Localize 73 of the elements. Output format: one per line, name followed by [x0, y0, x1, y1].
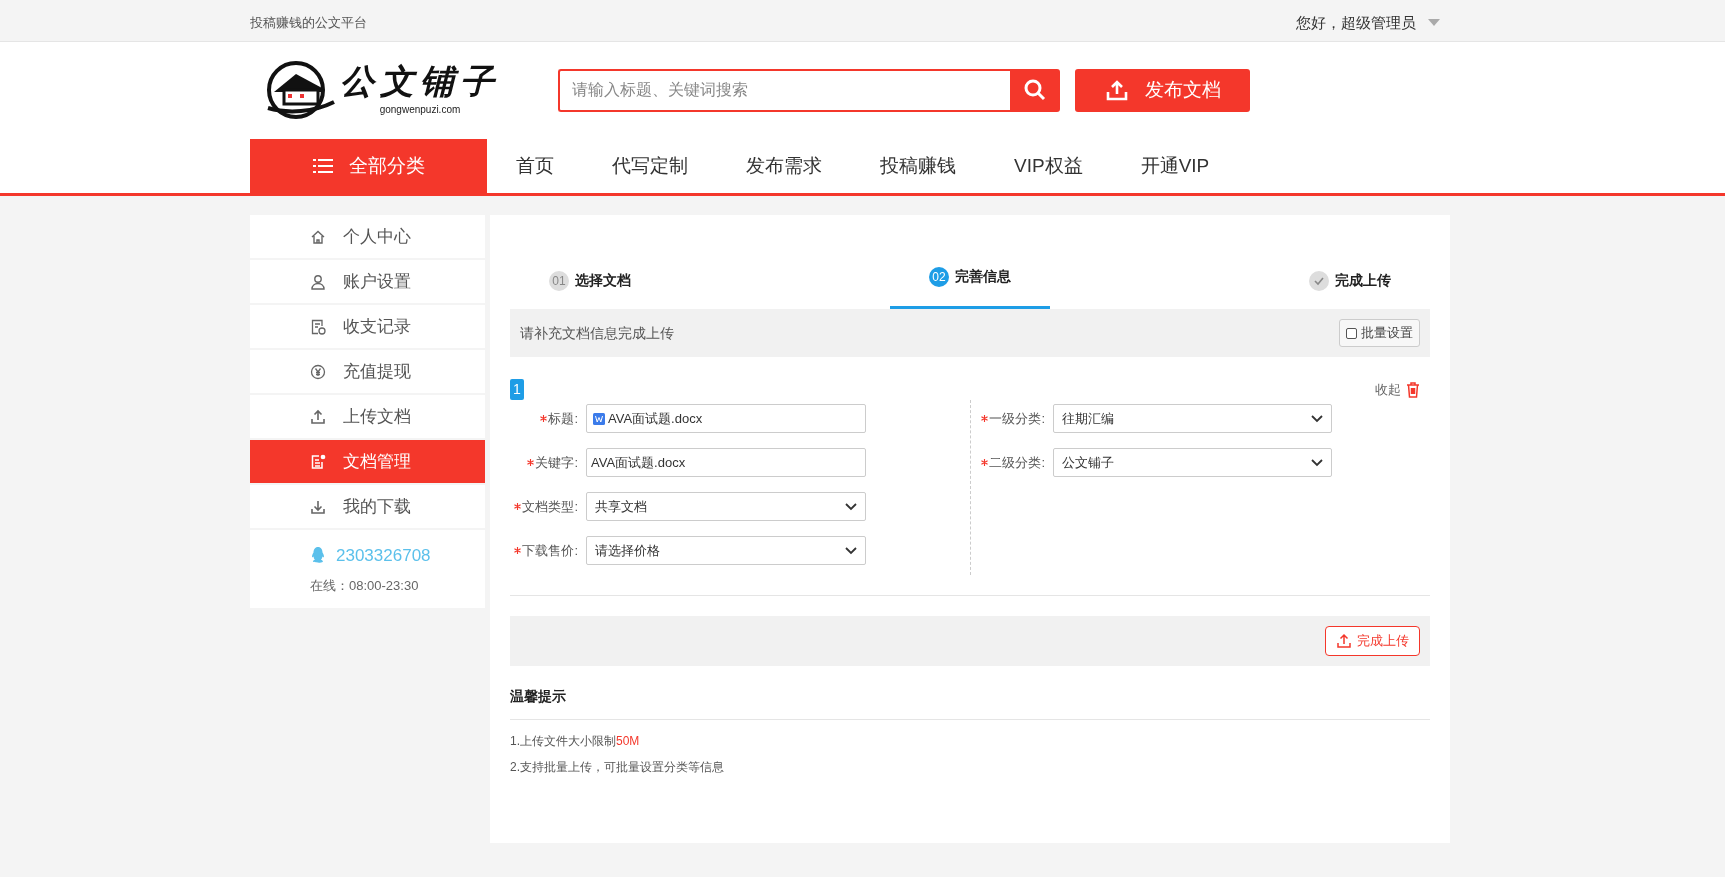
step-number: 01: [549, 270, 569, 291]
sidebar-item[interactable]: 我的下载: [250, 485, 485, 528]
required-icon: [514, 547, 522, 554]
select-field[interactable]: 公文铺子: [1053, 448, 1332, 477]
word-document-icon: [593, 412, 605, 425]
required-icon: [981, 459, 989, 466]
category-button[interactable]: 全部分类: [250, 139, 487, 193]
home-icon: [310, 228, 326, 245]
edit-icon: [310, 453, 326, 470]
required-icon: [527, 459, 535, 466]
sidebar-item[interactable]: 个人中心: [250, 215, 485, 258]
logo-text[interactable]: 公文铺子: [340, 63, 500, 98]
step-tab[interactable]: 完成上传: [1270, 255, 1430, 309]
select-field[interactable]: 共享文档: [586, 492, 866, 521]
batch-settings-checkbox[interactable]: 批量设置: [1339, 319, 1420, 347]
house-logo-icon[interactable]: [264, 58, 336, 122]
sidebar-item[interactable]: 上传文档: [250, 395, 485, 438]
search-icon: [1023, 78, 1047, 102]
required-icon: [540, 415, 548, 422]
sidebar-item[interactable]: 收支记录: [250, 305, 485, 348]
select-field[interactable]: 往期汇编: [1053, 404, 1332, 433]
field-label: 一级分类:: [989, 409, 1045, 428]
tips-title: 温馨提示: [510, 686, 1430, 720]
chevron-icon: [845, 546, 857, 555]
check-icon: [1309, 270, 1329, 291]
step-tab[interactable]: 01 选择文档: [510, 255, 670, 309]
collapse-link[interactable]: 收起: [1375, 379, 1401, 400]
record-icon: [310, 318, 326, 335]
chevron-icon: [1311, 414, 1323, 423]
caret-icon[interactable]: [1428, 19, 1440, 27]
nav-link[interactable]: 开通VIP: [1111, 151, 1239, 181]
nav-link[interactable]: 发布需求: [717, 151, 851, 181]
input-field[interactable]: AVA面试题.docx: [586, 404, 866, 433]
upload-icon: [1336, 633, 1352, 649]
nav-link[interactable]: 首页: [487, 151, 583, 181]
nav-link[interactable]: 投稿赚钱: [851, 151, 985, 181]
nav-link[interactable]: 代写定制: [583, 151, 717, 181]
step-number: 02: [929, 266, 949, 287]
sidebar-item[interactable]: 账户设置: [250, 260, 485, 303]
field-label: 标题:: [548, 409, 578, 428]
required-icon: [514, 503, 522, 510]
complete-upload-button[interactable]: 完成上传: [1325, 626, 1420, 656]
sidebar-item[interactable]: 充值提现: [250, 350, 485, 393]
sidebar-item[interactable]: 文档管理: [250, 440, 485, 483]
yen-icon: [310, 363, 326, 380]
tip-text: 2.支持批量上传，可批量设置分类等信息: [510, 759, 725, 776]
field-label: 关键字:: [535, 453, 578, 472]
required-icon: [981, 415, 989, 422]
tip-text: 1.上传文件大小限制50M: [510, 733, 641, 750]
menu-icon: [312, 158, 333, 174]
search-field[interactable]: 请输入标题、关键词搜索: [558, 68, 1010, 112]
field-label: 文档类型:: [522, 497, 578, 516]
document-index: 1: [510, 379, 524, 400]
nav-link[interactable]: VIP权益: [985, 151, 1112, 181]
upload-icon: [1104, 78, 1129, 102]
download-icon: [310, 498, 326, 515]
search-button[interactable]: [1010, 68, 1060, 112]
publish-button[interactable]: 发布文档: [1075, 68, 1250, 112]
chevron-icon: [1311, 458, 1323, 467]
trash-icon[interactable]: [1406, 381, 1420, 398]
upload-icon: [310, 408, 326, 425]
penguin-icon: [310, 546, 326, 565]
select-field[interactable]: 请选择价格: [586, 536, 866, 565]
user-greeting[interactable]: 您好，超级管理员: [1296, 11, 1416, 35]
field-label: 二级分类:: [989, 453, 1045, 472]
info-text: 请补充文档信息完成上传: [520, 323, 674, 343]
slogan-text: 投稿赚钱的公文平台: [250, 14, 367, 33]
online-hours: 在线：08:00-23:30: [310, 577, 420, 595]
chevron-icon: [845, 502, 857, 511]
logo-domain: gongwenpuzi.com: [379, 102, 461, 117]
user-icon: [310, 273, 326, 290]
input-field[interactable]: AVA面试题.docx: [586, 448, 866, 477]
field-label: 下载售价:: [522, 541, 578, 560]
